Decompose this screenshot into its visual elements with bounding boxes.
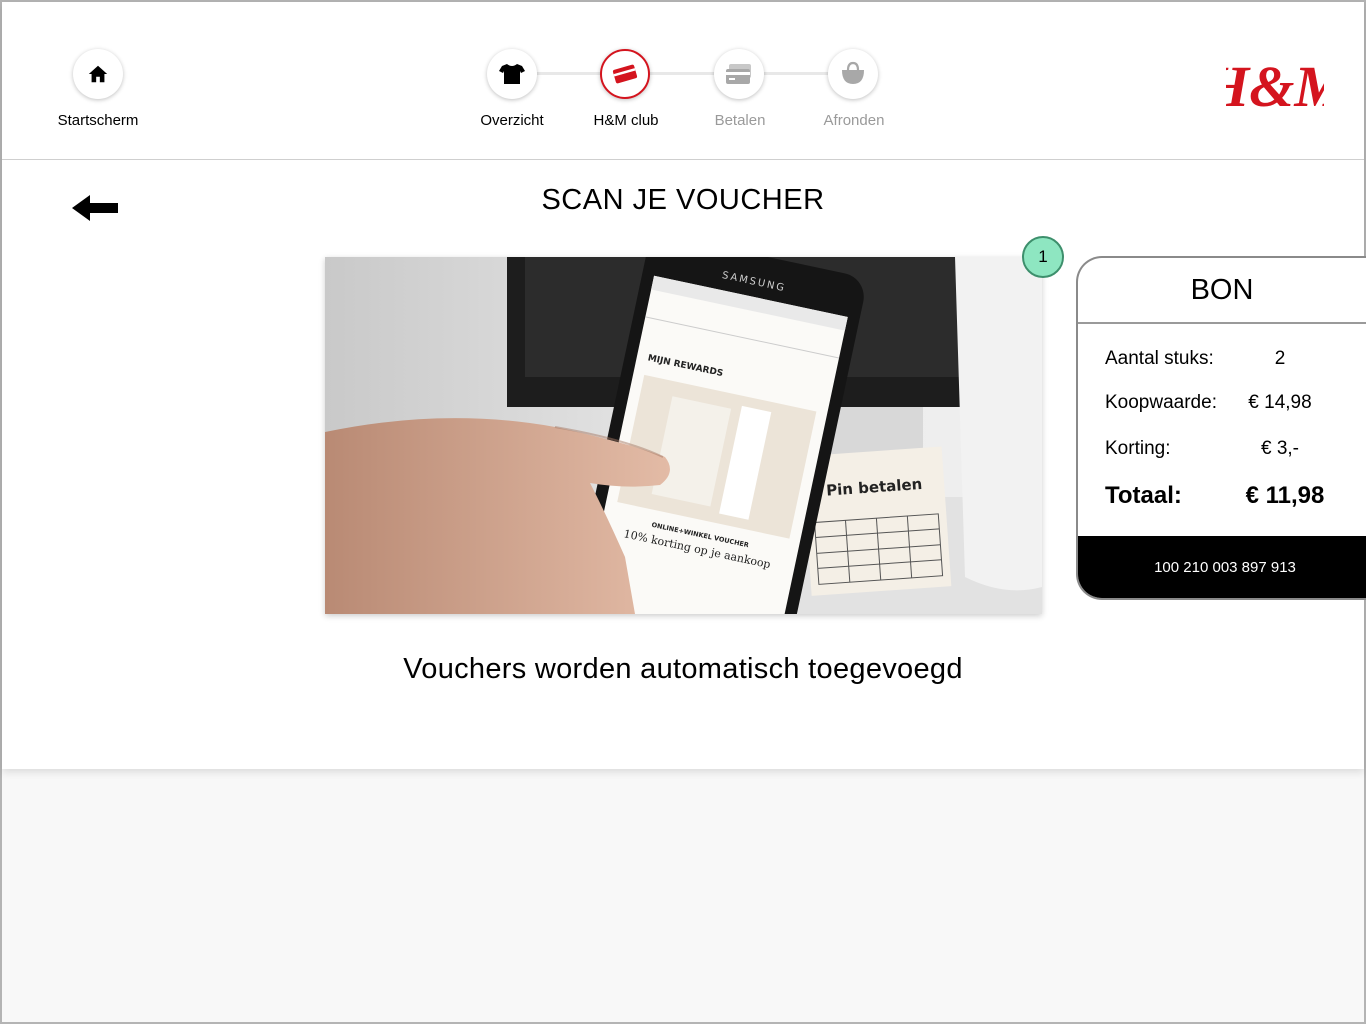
- step-connector: [536, 72, 604, 75]
- receipt-title: BON: [1078, 258, 1366, 324]
- receipt-value: € 3,-: [1260, 438, 1300, 459]
- receipt-barcode-number: 100 210 003 897 913: [1078, 536, 1366, 598]
- home-icon: [88, 65, 108, 83]
- receipt-panel: BON Aantal stuks: 2 Koopwaarde: € 14,98 …: [1076, 256, 1366, 600]
- receipt-label: Koopwaarde:: [1105, 392, 1217, 413]
- receipt-row-purchase-value: Koopwaarde: € 14,98: [1105, 392, 1365, 414]
- voucher-caption: Vouchers worden automatisch toegevoegd: [403, 653, 963, 685]
- step-club-label[interactable]: H&M club: [561, 112, 691, 129]
- receipt-label: Korting:: [1105, 438, 1171, 459]
- step-connector: [764, 72, 832, 75]
- header-bar: [2, 2, 1364, 160]
- step-overzicht-label[interactable]: Overzicht: [447, 112, 577, 129]
- svg-text:H&M: H&M: [1226, 54, 1324, 119]
- receipt-label: Aantal stuks:: [1105, 348, 1214, 369]
- receipt-total-label: Totaal:: [1105, 482, 1182, 509]
- club-card-icon: [612, 64, 638, 84]
- step-connector: [650, 72, 718, 75]
- credit-card-icon: [726, 64, 751, 84]
- back-arrow-icon[interactable]: [72, 194, 118, 222]
- shopping-bag-icon: [842, 61, 864, 84]
- step-betalen-label[interactable]: Betalen: [675, 112, 805, 129]
- step-betalen-button[interactable]: [714, 49, 764, 99]
- page-title: SCAN JE VOUCHER: [541, 184, 825, 216]
- receipt-total-value: € 11,98: [1245, 482, 1325, 509]
- tshirt-icon: [499, 64, 525, 84]
- receipt-row-discount: Korting: € 3,-: [1105, 438, 1365, 460]
- step-afronden-label[interactable]: Afronden: [789, 112, 919, 129]
- hm-logo: H&M: [1226, 54, 1324, 119]
- voucher-scan-photo: Pin betalen SAMSUNG MIJN REWARDS ONLINE+…: [325, 257, 1042, 614]
- step-afronden-button[interactable]: [828, 49, 878, 99]
- step-badge: 1: [1022, 236, 1064, 278]
- step-club-button[interactable]: [600, 49, 650, 99]
- receipt-value: € 14,98: [1248, 392, 1312, 413]
- home-label[interactable]: Startscherm: [33, 112, 163, 129]
- receipt-row-quantity: Aantal stuks: 2: [1105, 348, 1365, 370]
- receipt-row-total: Totaal: € 11,98: [1105, 482, 1365, 510]
- step-overzicht-button[interactable]: [487, 49, 537, 99]
- receipt-value: 2: [1274, 348, 1286, 369]
- home-button[interactable]: [73, 49, 123, 99]
